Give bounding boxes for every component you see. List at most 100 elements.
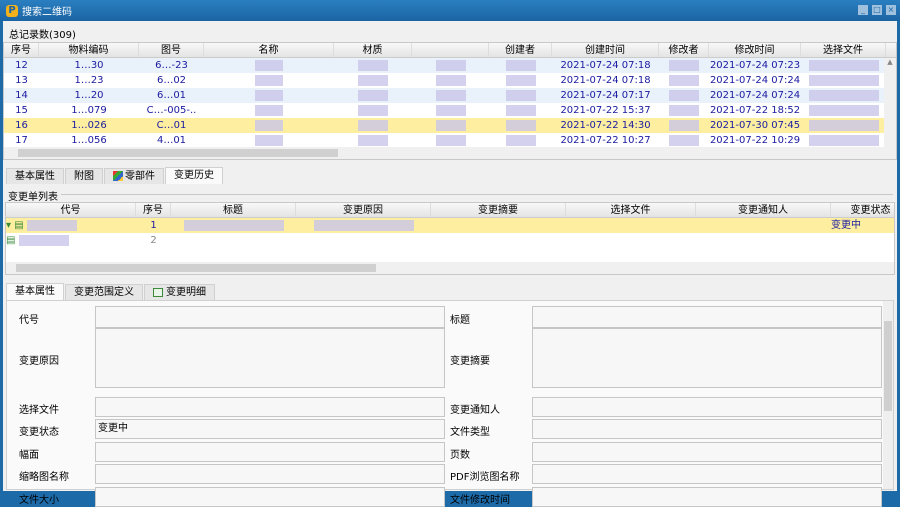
table-cell (801, 118, 886, 133)
column-header[interactable]: 选择文件 (566, 203, 696, 217)
field-code[interactable] (95, 306, 445, 328)
table-cell (831, 233, 894, 248)
table-row[interactable]: 14 1…20 6…01 2021-07-24 07:17 2021-07-24 07:… (4, 88, 896, 103)
tab-detail_tabs-2[interactable]: 零部件 (104, 168, 164, 184)
tab-detail_tabs-0[interactable]: 基本属性 (6, 168, 64, 184)
table-cell (204, 118, 334, 133)
table-cell (296, 218, 431, 233)
table-row[interactable]: ▾ ▤ 1 变更中 (6, 218, 894, 233)
column-header[interactable]: 变更通知人 (696, 203, 831, 217)
table-cell: 变更中 (831, 220, 861, 231)
table-cell (659, 58, 709, 73)
change-list-grid[interactable]: 代号序号标题变更原因变更摘要选择文件变更通知人变更状态文件类型 ▾ ▤ 1变更中… (5, 202, 895, 275)
table-cell: 17 (15, 135, 28, 146)
maximize-button[interactable]: □ (872, 5, 882, 15)
table-cell (296, 233, 431, 248)
column-header[interactable]: 图号 (139, 43, 204, 57)
column-header[interactable]: 材质 (334, 43, 412, 57)
column-header[interactable]: 选择文件 (801, 43, 886, 57)
field-label-pdf: PDF浏览图名称 (450, 472, 520, 483)
column-header[interactable]: 变更状态 (831, 203, 894, 217)
table-cell: 6…-23 (155, 60, 188, 71)
table-cell (489, 133, 552, 148)
field-status[interactable]: 变更中 (95, 419, 445, 439)
table-cell (431, 233, 566, 248)
column-header[interactable]: 名称 (204, 43, 334, 57)
field-notifier[interactable] (532, 397, 882, 417)
field-size_fmt[interactable] (95, 442, 445, 462)
field-summary[interactable] (532, 328, 882, 388)
column-header[interactable]: 代号 (6, 203, 136, 217)
column-header[interactable]: 物料编码 (39, 43, 139, 57)
column-header[interactable]: 创建时间 (552, 43, 659, 57)
tab-bottom_tabs-0[interactable]: 基本属性 (6, 283, 64, 300)
change-list-label: 变更单列表 (8, 192, 58, 203)
redacted-block (669, 59, 699, 71)
table-cell (566, 218, 696, 233)
column-header[interactable]: 修改时间 (709, 43, 801, 57)
change-list-hscroll[interactable] (6, 262, 894, 274)
field-mtime[interactable] (532, 487, 882, 507)
column-header[interactable]: 创建者 (489, 43, 552, 57)
redacted-block (435, 134, 466, 146)
field-label-file: 选择文件 (19, 405, 59, 416)
close-button[interactable]: × (886, 5, 896, 15)
column-header[interactable]: 变更原因 (296, 203, 431, 217)
table-cell (412, 118, 489, 133)
column-header[interactable] (412, 43, 489, 57)
table-cell: 1…30 (74, 60, 104, 71)
table-cell (412, 73, 489, 88)
field-file[interactable] (95, 397, 445, 417)
table-row[interactable]: 16 1…026 C…01 2021-07-22 14:30 2021-07-30 07… (4, 118, 896, 133)
field-filetype[interactable] (532, 419, 882, 439)
field-title[interactable] (532, 306, 882, 328)
tab-bottom_tabs-1[interactable]: 变更范围定义 (65, 284, 143, 300)
field-label-notifier: 变更通知人 (450, 405, 500, 416)
redacted-block (255, 74, 283, 86)
form-vscroll[interactable] (883, 301, 893, 489)
field-reason[interactable] (95, 328, 445, 388)
table-cell: 2021-07-30 07:45 (709, 120, 801, 131)
redacted-block (669, 104, 699, 116)
table-row[interactable]: 17 1…056 4…01 2021-07-22 10:27 2021-07-22 10… (4, 133, 896, 148)
table-row[interactable]: ▤ 2 (6, 233, 894, 248)
column-header[interactable]: 序号 (136, 203, 171, 217)
field-thumb[interactable] (95, 464, 445, 484)
field-label-filesize: 文件大小 (19, 495, 59, 506)
title-bar: P 搜索二维码 _ □ × (0, 0, 900, 21)
tab-detail_tabs-3[interactable]: 变更历史 (165, 167, 223, 184)
field-label-mtime: 文件修改时间 (450, 495, 510, 506)
table-cell (801, 58, 886, 73)
redacted-block (183, 219, 284, 231)
table-cell: 2 (150, 235, 157, 246)
table-cell (696, 218, 831, 233)
table-cell: 2021-07-24 07:17 (560, 90, 651, 101)
table-cell (171, 233, 296, 248)
column-header[interactable]: 修改者 (659, 43, 709, 57)
field-filesize[interactable] (95, 487, 445, 507)
redacted-block (808, 59, 879, 71)
table-row[interactable]: 15 1…079 C…-005-.. 2021-07-22 15:37 2021-07-… (4, 103, 896, 118)
item-grid-hscroll[interactable] (4, 147, 896, 159)
table-cell: 2021-07-24 07:23 (709, 60, 801, 71)
tab-detail_tabs-1[interactable]: 附图 (65, 168, 103, 184)
table-row[interactable]: 12 1…30 6…-23 2021-07-24 07:18 2021-07-24 07… (4, 58, 896, 73)
table-row[interactable]: 13 1…23 6…02 2021-07-24 07:18 2021-07-24 07:… (4, 73, 896, 88)
item-grid[interactable]: 序号 物料编码 图号 名称 材质 创建者 创建时间 修改者 修改时间 选择文件 12 1…30 6…-… (3, 42, 897, 160)
table-cell (334, 88, 412, 103)
column-header[interactable]: 变更摘要 (431, 203, 566, 217)
item-grid-vscroll[interactable]: ▲ (884, 58, 896, 147)
tab-bottom_tabs-2[interactable]: 变更明细 (144, 284, 215, 300)
field-pdf[interactable] (532, 464, 882, 484)
minimize-button[interactable]: _ (858, 5, 868, 15)
table-cell: ▤ (6, 233, 136, 248)
table-cell (334, 133, 412, 148)
table-cell (412, 88, 489, 103)
column-header[interactable]: 标题 (171, 203, 296, 217)
record-count: 总记录数(309) (9, 30, 76, 41)
table-cell (659, 133, 709, 148)
field-pages[interactable] (532, 442, 882, 462)
redacted-block (358, 59, 388, 71)
column-header[interactable]: 序号 (4, 43, 39, 57)
table-cell (659, 73, 709, 88)
